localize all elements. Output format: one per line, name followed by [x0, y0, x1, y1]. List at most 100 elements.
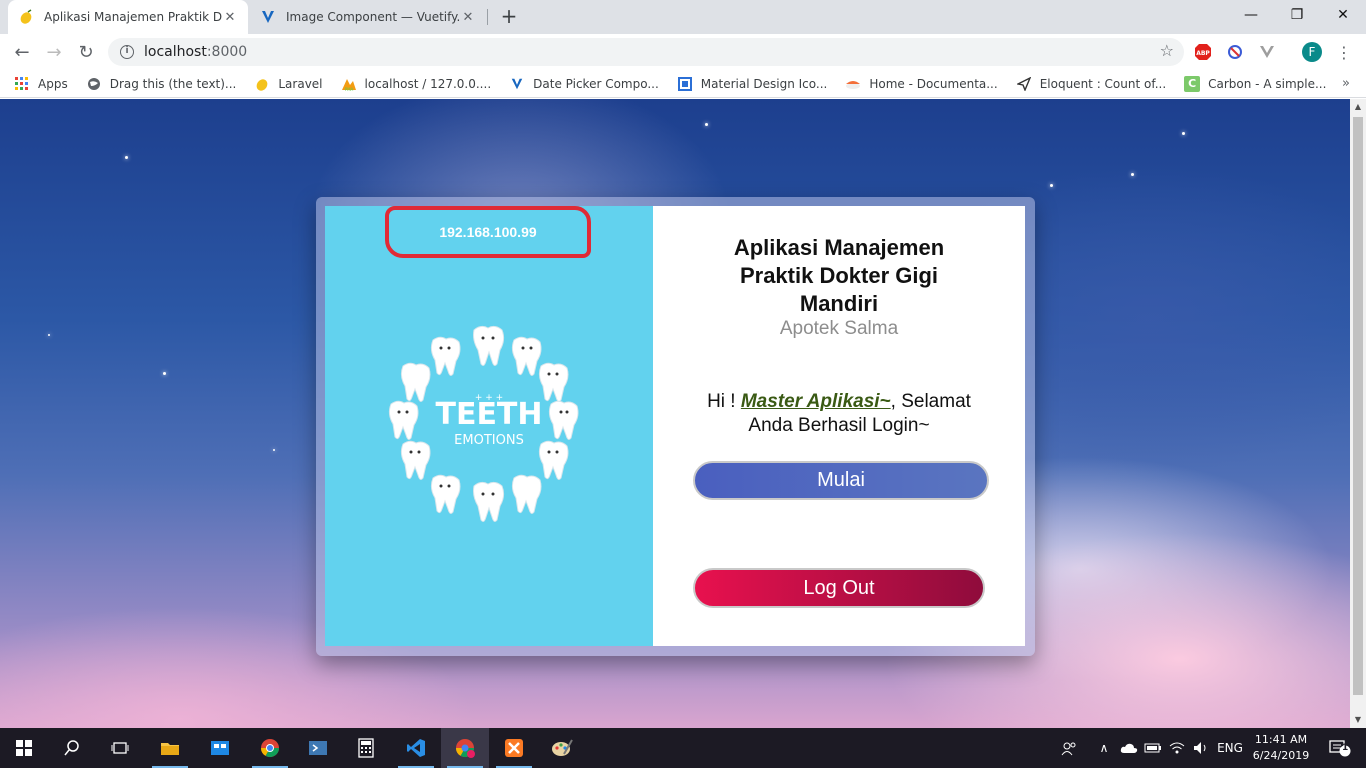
- tooth-icon: [388, 400, 419, 440]
- block-icon[interactable]: [1225, 42, 1245, 62]
- close-tab-icon[interactable]: ✕: [222, 10, 238, 25]
- bookmark-carbon[interactable]: C Carbon - A simple...: [1184, 75, 1326, 92]
- calculator-icon[interactable]: [342, 728, 390, 768]
- paint-icon[interactable]: [538, 728, 586, 768]
- logout-button[interactable]: Log Out: [693, 568, 985, 608]
- scrollbar-thumb[interactable]: [1353, 117, 1363, 695]
- people-icon[interactable]: [1058, 728, 1080, 768]
- tab-vuetify[interactable]: Image Component — Vuetify.js ✕: [250, 0, 486, 34]
- mango-icon: [18, 9, 34, 25]
- tooth-icon: [473, 325, 505, 366]
- sushi-icon: [845, 76, 861, 92]
- bookmark-label: Drag this (the text)...: [109, 76, 237, 91]
- xampp-icon[interactable]: [490, 728, 538, 768]
- profile-avatar[interactable]: F: [1302, 42, 1322, 62]
- tab-title: Aplikasi Manajemen Praktik Dokter Gigi: [44, 10, 222, 24]
- app-title: Aplikasi Manajemen Praktik Dokter Gigi M…: [733, 235, 945, 316]
- powershell-icon[interactable]: [294, 728, 342, 768]
- star-decoration: [273, 449, 275, 451]
- chrome-icon[interactable]: [246, 728, 294, 768]
- apps-grid-icon: [14, 76, 30, 92]
- windows-taskbar: ∧ ENG 11:41 AM 6/24/2019 1: [0, 728, 1366, 768]
- star-decoration: [163, 372, 166, 375]
- close-window-button[interactable]: ✕: [1320, 0, 1366, 30]
- task-view-icon[interactable]: [96, 728, 144, 768]
- menu-kebab-icon[interactable]: ⋮: [1334, 42, 1354, 62]
- carbon-icon: C: [1184, 75, 1201, 92]
- wifi-icon[interactable]: [1166, 728, 1188, 768]
- star-decoration: [48, 334, 50, 336]
- star-decoration: [705, 123, 708, 126]
- star-decoration: [1050, 184, 1053, 187]
- page-scrollbar[interactable]: ▲ ▼: [1350, 99, 1366, 728]
- tooth-icon: [538, 362, 569, 402]
- clock[interactable]: 11:41 AM 6/24/2019: [1248, 732, 1314, 764]
- scroll-up-icon[interactable]: ▲: [1350, 99, 1366, 115]
- address-bar[interactable]: i localhost:8000 ☆: [108, 38, 1184, 66]
- page-background: 192.168.100.99 TEETH EMOTIONS + + + Apli…: [0, 99, 1350, 728]
- url-port: :8000: [206, 44, 248, 60]
- windows-start-icon[interactable]: [0, 728, 48, 768]
- file-explorer-icon[interactable]: [146, 728, 194, 768]
- vscode-icon[interactable]: [392, 728, 440, 768]
- login-success-card: 192.168.100.99 TEETH EMOTIONS + + + Apli…: [316, 197, 1035, 656]
- bookmark-label: Date Picker Compo...: [533, 76, 659, 91]
- adblock-icon[interactable]: ABP: [1193, 42, 1213, 62]
- chrome-profile-icon[interactable]: [441, 728, 489, 768]
- star-decoration: [1182, 132, 1185, 135]
- vuetify-icon: [260, 9, 276, 25]
- vuejs-devtools-icon[interactable]: [1257, 42, 1277, 62]
- app-subtitle: Apotek Salma: [779, 318, 899, 339]
- vuetify-icon: [509, 76, 525, 92]
- bookmark-phpmyadmin[interactable]: PMA localhost / 127.0.0....: [341, 76, 491, 92]
- sparkle-icon: + + +: [475, 393, 503, 403]
- site-info-icon[interactable]: i: [120, 45, 134, 59]
- bookmark-laravel[interactable]: Laravel: [254, 76, 323, 92]
- notification-count: 1: [1342, 743, 1349, 753]
- store-icon[interactable]: [196, 728, 244, 768]
- mango-icon: [254, 76, 270, 92]
- search-icon[interactable]: [48, 728, 96, 768]
- user-name-link[interactable]: Master Aplikasi~: [741, 391, 891, 412]
- svg-text:ABP: ABP: [1196, 50, 1210, 57]
- reload-icon[interactable]: ↻: [72, 38, 100, 66]
- bookmark-star-icon[interactable]: ☆: [1160, 41, 1174, 60]
- ip-address: 192.168.100.99: [439, 224, 537, 240]
- bookmark-material-icons[interactable]: Material Design Ico...: [677, 76, 827, 92]
- clock-time: 11:41 AM: [1254, 733, 1308, 746]
- scroll-down-icon[interactable]: ▼: [1350, 712, 1366, 728]
- tab-aplikasi[interactable]: Aplikasi Manajemen Praktik Dokter Gigi ✕: [8, 0, 248, 34]
- start-button[interactable]: Mulai: [693, 461, 989, 500]
- back-arrow-icon[interactable]: ←: [8, 38, 36, 66]
- notification-center-icon[interactable]: 1: [1320, 728, 1360, 768]
- bookmark-home-docs[interactable]: Home - Documenta...: [845, 76, 998, 92]
- card-illustration-panel: 192.168.100.99 TEETH EMOTIONS + + +: [325, 206, 653, 646]
- new-tab-button[interactable]: +: [497, 5, 521, 29]
- tooth-icon: [430, 336, 461, 376]
- minimize-button[interactable]: —: [1228, 0, 1274, 30]
- bookmark-apps[interactable]: Apps: [14, 76, 68, 92]
- maximize-button[interactable]: ❐: [1274, 0, 1320, 30]
- bookmarks-bar: Apps Drag this (the text)... Laravel PMA…: [0, 70, 1366, 98]
- bookmark-eloquent[interactable]: Eloquent : Count of...: [1016, 76, 1166, 92]
- forward-arrow-icon[interactable]: →: [40, 38, 68, 66]
- chevron-up-icon[interactable]: ∧: [1094, 728, 1114, 768]
- ip-address-highlight: 192.168.100.99: [385, 206, 591, 258]
- bookmark-label: Eloquent : Count of...: [1039, 76, 1167, 91]
- language-indicator[interactable]: ENG: [1214, 728, 1246, 768]
- bookmark-drag[interactable]: Drag this (the text)...: [86, 76, 237, 92]
- tab-divider: [487, 9, 488, 25]
- battery-icon[interactable]: [1142, 728, 1164, 768]
- url-host: localhost: [144, 44, 207, 60]
- onedrive-cloud-icon[interactable]: [1118, 728, 1140, 768]
- bookmark-datepicker[interactable]: Date Picker Compo...: [509, 76, 659, 92]
- phpmyadmin-icon: PMA: [341, 76, 357, 92]
- volume-icon[interactable]: [1190, 728, 1212, 768]
- more-bookmarks-icon[interactable]: »: [1342, 76, 1350, 91]
- close-tab-icon[interactable]: ✕: [460, 10, 476, 25]
- tooth-icon: [511, 474, 542, 514]
- greeting-prefix: Hi !: [707, 391, 741, 412]
- clock-date: 6/24/2019: [1252, 749, 1310, 762]
- tooth-icon: [538, 440, 569, 480]
- browser-toolbar: ← → ↻ i localhost:8000 ☆ ABP F ⋮: [0, 34, 1366, 70]
